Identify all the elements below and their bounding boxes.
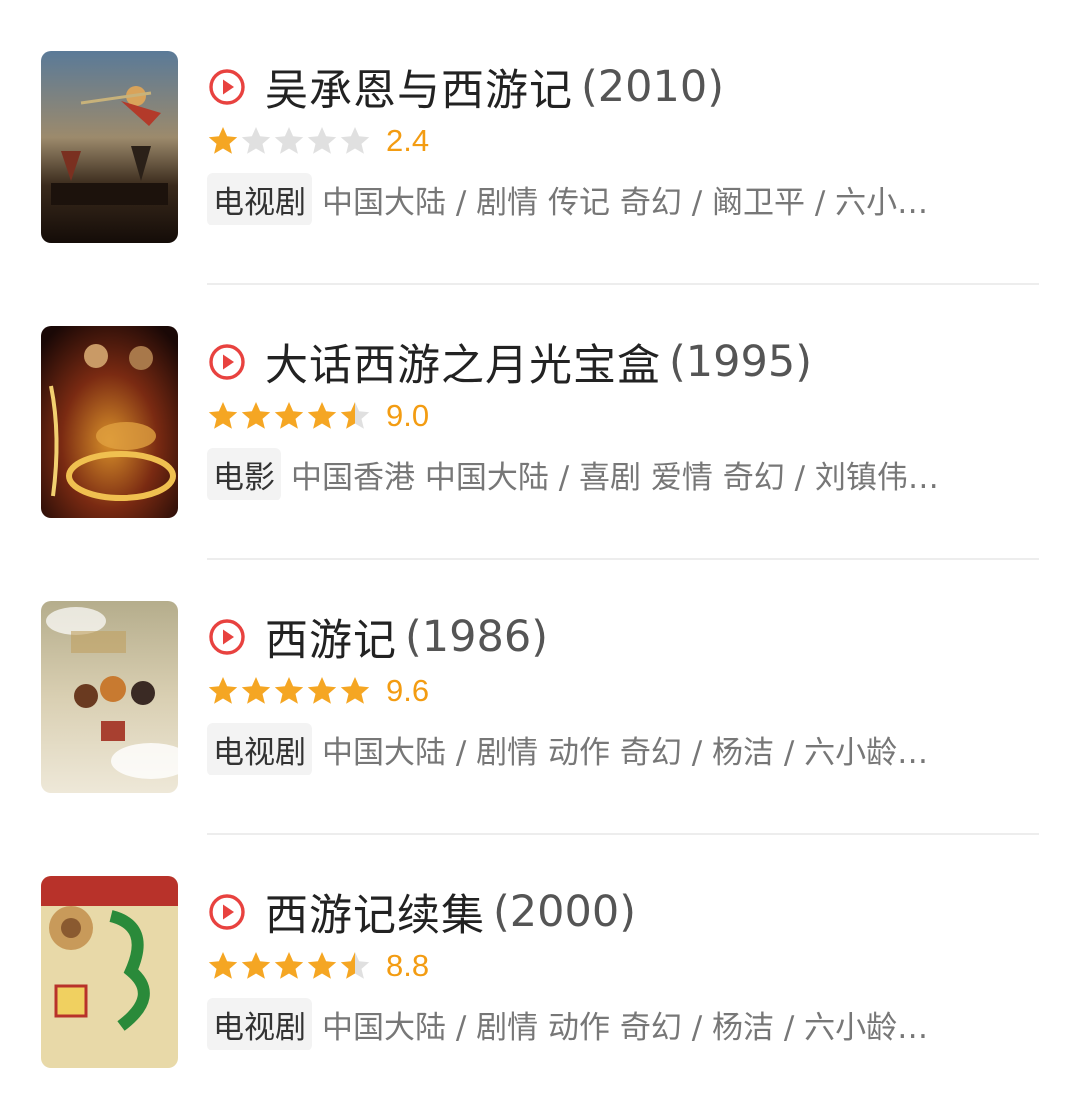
item-title[interactable]: 西游记续集 (265, 881, 485, 943)
result-item[interactable]: 大话西游之月光宝盒 (1995) 9.0 电影 中国香港 中国大陆 / 喜剧 爱… (0, 275, 1080, 560)
star-rating (207, 950, 372, 982)
star-icon (307, 952, 337, 979)
poster-image[interactable] (41, 51, 178, 243)
item-year: (2010) (581, 62, 724, 112)
star-icon (307, 677, 337, 704)
star-rating (207, 400, 372, 432)
rating-row: 9.0 (207, 395, 429, 437)
star-icon (340, 127, 370, 154)
meta-text: 中国香港 中国大陆 / 喜剧 爱情 奇幻 / 刘镇伟… (291, 459, 939, 496)
star-icon (307, 402, 337, 429)
result-item[interactable]: 吴承恩与西游记 (2010) 2.4 电视剧 中国大陆 / 剧情 传记 奇幻 /… (0, 0, 1080, 285)
star-icon (274, 677, 304, 704)
play-circle-icon (209, 619, 245, 655)
type-badge: 电视剧 (207, 173, 312, 225)
poster-image-art (41, 326, 178, 518)
result-item[interactable]: 西游记 (1986) 9.6 电视剧 中国大陆 / 剧情 动作 奇幻 / 杨洁 … (0, 550, 1080, 835)
rating-row: 2.4 (207, 120, 429, 162)
star-icon (307, 127, 337, 154)
star-icon (274, 127, 304, 154)
star-icon (274, 402, 304, 429)
poster-image-art (41, 601, 178, 793)
item-title[interactable]: 大话西游之月光宝盒 (265, 331, 661, 393)
poster-image[interactable] (41, 326, 178, 518)
title-row[interactable]: 西游记 (1986) (207, 608, 548, 666)
title-row[interactable]: 大话西游之月光宝盒 (1995) (207, 333, 812, 391)
poster-image-art (41, 51, 178, 243)
star-rating (207, 675, 372, 707)
rating-row: 8.8 (207, 945, 429, 987)
star-icon (340, 402, 370, 429)
item-year: (1986) (405, 612, 548, 662)
star-icon (340, 952, 370, 979)
meta-row: 电影 中国香港 中国大陆 / 喜剧 爱情 奇幻 / 刘镇伟… (207, 448, 1027, 500)
meta-text: 中国大陆 / 剧情 动作 奇幻 / 杨洁 / 六小龄… (322, 734, 929, 771)
rating-score: 9.6 (386, 673, 430, 708)
meta-row: 电视剧 中国大陆 / 剧情 动作 奇幻 / 杨洁 / 六小龄… (207, 723, 1027, 775)
item-title[interactable]: 西游记 (265, 606, 397, 668)
star-icon (208, 402, 238, 429)
rating-score: 2.4 (386, 123, 430, 158)
play-circle-icon (209, 344, 245, 380)
result-item[interactable]: 西游记续集 (2000) 8.8 电视剧 中国大陆 / 剧情 动作 奇幻 / 杨… (0, 825, 1080, 1100)
meta-text: 中国大陆 / 剧情 动作 奇幻 / 杨洁 / 六小龄… (322, 1009, 929, 1046)
poster-image-art (41, 876, 178, 1068)
rating-score: 8.8 (386, 948, 430, 983)
play-circle-icon (209, 894, 245, 930)
rating-score: 9.0 (386, 398, 430, 433)
star-icon (208, 952, 238, 979)
meta-text: 中国大陆 / 剧情 传记 奇幻 / 阚卫平 / 六小… (322, 184, 929, 221)
poster-image[interactable] (41, 601, 178, 793)
title-row[interactable]: 吴承恩与西游记 (2010) (207, 58, 724, 116)
type-badge: 电影 (207, 448, 281, 500)
rating-row: 9.6 (207, 670, 429, 712)
star-icon (208, 677, 238, 704)
title-row[interactable]: 西游记续集 (2000) (207, 883, 636, 941)
meta-row: 电视剧 中国大陆 / 剧情 动作 奇幻 / 杨洁 / 六小龄… (207, 998, 1027, 1050)
star-rating (207, 125, 372, 157)
play-circle-icon (209, 69, 245, 105)
star-icon (340, 677, 370, 704)
type-badge: 电视剧 (207, 998, 312, 1050)
star-icon (274, 952, 304, 979)
star-icon (241, 402, 271, 429)
star-icon (241, 127, 271, 154)
star-icon (241, 677, 271, 704)
item-year: (1995) (669, 337, 812, 387)
item-year: (2000) (493, 887, 636, 937)
poster-image[interactable] (41, 876, 178, 1068)
star-icon (208, 127, 238, 154)
star-icon (241, 952, 271, 979)
meta-row: 电视剧 中国大陆 / 剧情 传记 奇幻 / 阚卫平 / 六小… (207, 173, 1027, 225)
item-title[interactable]: 吴承恩与西游记 (265, 56, 573, 118)
type-badge: 电视剧 (207, 723, 312, 775)
